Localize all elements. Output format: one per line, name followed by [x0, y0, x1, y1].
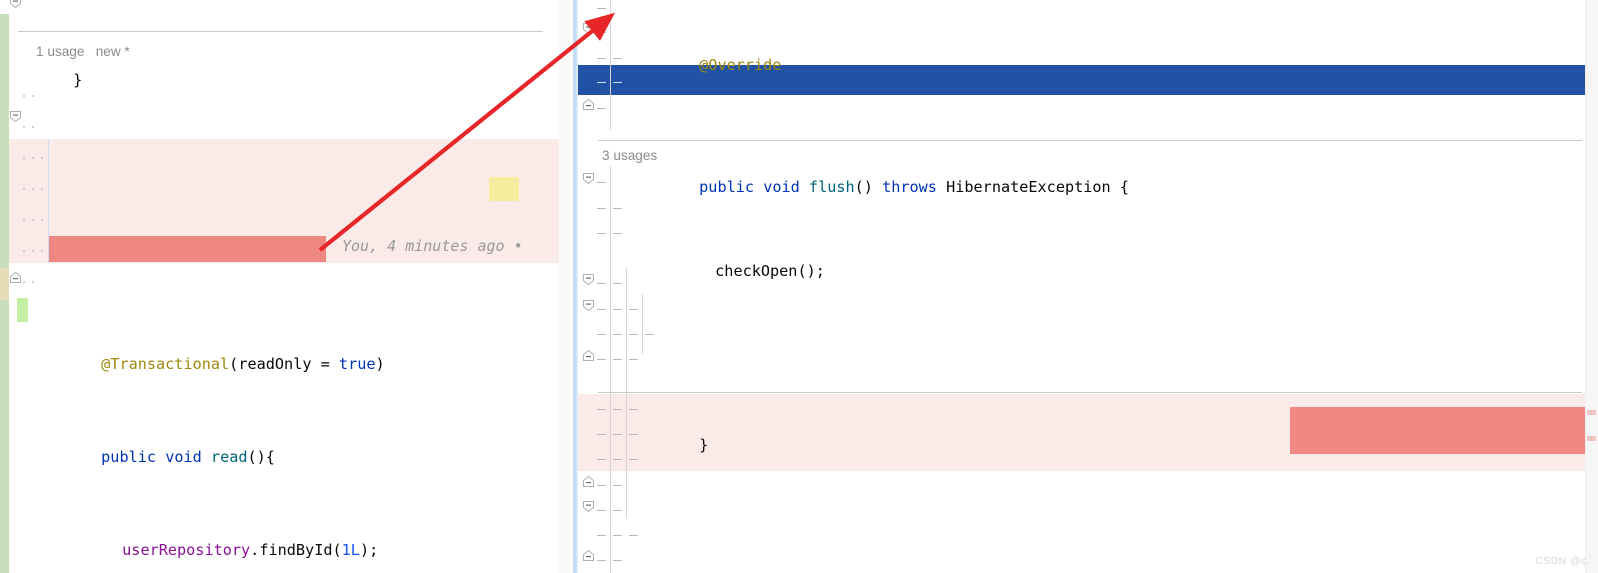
- stripe-mark-modified[interactable]: [1587, 436, 1596, 441]
- indent-dot: [32, 219, 34, 221]
- blame-inlay-hint: You, 4 minutes ago •: [342, 237, 523, 255]
- param-name: readOnly: [238, 355, 312, 373]
- code-line-selected[interactable]: doFlush();: [578, 321, 1598, 367]
- indent-dot: [32, 95, 34, 97]
- inline-highlight-flusheventlistener: [1290, 407, 1585, 454]
- indent-dot: [41, 219, 43, 221]
- code-line[interactable]: public void read(){: [0, 411, 573, 466]
- inline-highlight-flush-call: [49, 236, 326, 262]
- left-code-text[interactable]: } @Transactional(readOnly = true) public…: [0, 0, 573, 573]
- indent-dot: [23, 188, 25, 190]
- user-code-editor[interactable]: } @Transactional(readOnly = true) public…: [0, 0, 573, 573]
- code-line[interactable]: public void flush() throws HibernateExce…: [578, 142, 1598, 196]
- hibernate-sessionimpl-editor[interactable]: @Override public void flush() throws Hib…: [578, 0, 1598, 573]
- indent-dot: [32, 250, 34, 252]
- code-line[interactable]: @Override: [578, 57, 1598, 80]
- code-line-text: }: [73, 71, 83, 89]
- stripe-mark-modified[interactable]: [1587, 410, 1596, 415]
- indent-dot: [32, 126, 34, 128]
- indent-dot: [23, 126, 25, 128]
- indent-dot: [41, 188, 43, 190]
- indent-dot: [23, 219, 25, 221]
- annotation-token: @Override: [699, 56, 782, 74]
- indent-dot: [32, 188, 34, 190]
- usage-banner[interactable]: 3 usages: [602, 148, 657, 163]
- indent-dot: [23, 250, 25, 252]
- screenshot-root: } @Transactional(readOnly = true) public…: [0, 0, 1598, 573]
- brace-match-highlight: [17, 298, 28, 322]
- indent-dot: [23, 157, 25, 159]
- field-userRepository[interactable]: userRepository: [122, 541, 250, 559]
- code-line[interactable]: }: [0, 62, 573, 87]
- watermark-text: CSDN @c.: [1535, 555, 1590, 567]
- right-error-stripe[interactable]: [1585, 0, 1598, 573]
- right-code-text[interactable]: @Override public void flush() throws Hib…: [578, 0, 1598, 573]
- indent-dot: [41, 157, 43, 159]
- annotation-token: @Transactional: [101, 355, 230, 373]
- indent-dot: [23, 95, 25, 97]
- boolean-literal: true: [338, 355, 376, 373]
- indent-dot: [32, 281, 34, 283]
- selected-line-text: doFlush();: [715, 349, 807, 367]
- indent-dot: [32, 157, 34, 159]
- indent-dot: [23, 281, 25, 283]
- usage-banner[interactable]: 1 usage new *: [36, 44, 130, 59]
- code-line[interactable]: userRepository.findById(1L);: [0, 504, 573, 559]
- indent-dot: [41, 250, 43, 252]
- method-name-read[interactable]: read: [211, 448, 248, 466]
- code-line[interactable]: @Transactional(readOnly = true): [0, 318, 573, 373]
- inline-highlight-get: [489, 177, 519, 201]
- left-error-stripe[interactable]: [559, 0, 573, 573]
- code-line[interactable]: checkOpen();: [578, 234, 1598, 280]
- method-name-flush[interactable]: flush: [809, 178, 855, 196]
